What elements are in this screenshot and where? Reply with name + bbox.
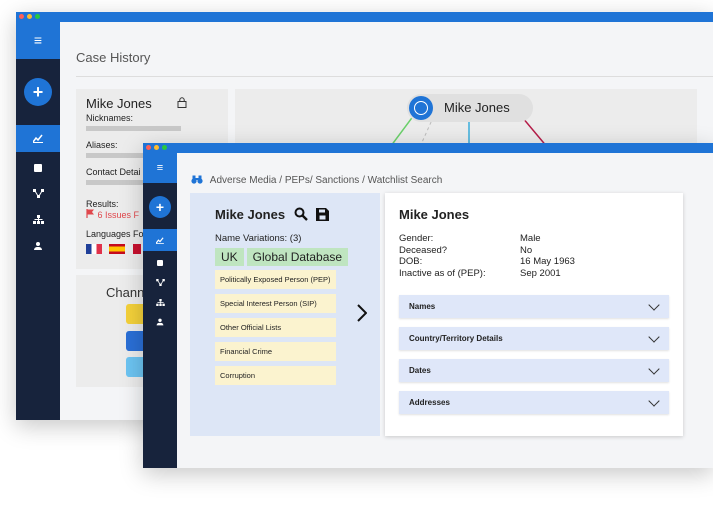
- tag-global-database: Global Database: [246, 248, 349, 266]
- danish-flag-icon: [132, 244, 141, 254]
- person-icon: [156, 318, 164, 326]
- minimize-dot[interactable]: [27, 14, 32, 19]
- copy-icon: [157, 260, 163, 266]
- category-pep[interactable]: Politically Exposed Person (PEP): [215, 270, 336, 289]
- maximize-dot[interactable]: [35, 14, 40, 19]
- sidebar-item-chart[interactable]: [143, 229, 177, 251]
- spanish-flag-icon: [109, 244, 126, 254]
- sidebar-item-hierarchy[interactable]: [16, 211, 60, 231]
- hierarchy-icon: [32, 215, 44, 224]
- hierarchy-icon: [155, 299, 165, 306]
- nicknames-bar: [86, 126, 181, 131]
- close-dot[interactable]: [19, 14, 24, 19]
- category-list: Politically Exposed Person (PEP) Special…: [215, 270, 336, 390]
- chart-icon: [32, 134, 43, 143]
- french-flag-icon: [86, 244, 102, 254]
- person-icon: [34, 242, 42, 250]
- category-other-official[interactable]: Other Official Lists: [215, 318, 336, 337]
- detail-panel: Mike Jones Gender: Male Deceased? No DOB: 1…: [385, 193, 683, 436]
- search-icon[interactable]: [294, 207, 308, 221]
- chevron-down-icon: [648, 363, 660, 375]
- nicknames-label: Nicknames:: [86, 113, 134, 123]
- graph-node[interactable]: Mike Jones: [407, 94, 533, 122]
- network-icon: [32, 189, 44, 198]
- detail-title: Mike Jones: [399, 207, 470, 222]
- category-sip[interactable]: Special Interest Person (SIP): [215, 294, 336, 313]
- accordion-names[interactable]: Names: [399, 295, 669, 318]
- accordion-country-details[interactable]: Country/Territory Details: [399, 327, 669, 350]
- name-variations: Name Variations: (3): [215, 233, 302, 244]
- title-bar: [143, 143, 713, 153]
- sidebar: ≡ +: [16, 22, 60, 420]
- sidebar-item-network[interactable]: [16, 185, 60, 205]
- detail-rows: Gender: Male Deceased? No DOB: 16 May 1963 …: [399, 233, 575, 279]
- graph-node-label: Mike Jones: [444, 100, 510, 115]
- title-divider: [76, 76, 713, 77]
- plus-icon[interactable]: +: [24, 78, 52, 106]
- save-icon[interactable]: [316, 208, 330, 221]
- detail-row: Gender: Male: [399, 233, 541, 244]
- chevron-down-icon: [648, 395, 660, 407]
- tag-uk: UK: [215, 248, 244, 266]
- detail-row: DOB: 16 May 1963: [399, 256, 575, 267]
- chevron-down-icon: [648, 331, 660, 343]
- profile-name: Mike Jones: [86, 96, 152, 111]
- sidebar-item-copy[interactable]: [16, 159, 60, 179]
- accordion-list: Names Country/Territory Details Dates Ad…: [399, 295, 669, 423]
- chevron-right-icon[interactable]: [357, 304, 367, 322]
- sidebar-item-network[interactable]: [143, 275, 177, 291]
- accordion-addresses[interactable]: Addresses: [399, 391, 669, 414]
- result-card[interactable]: Mike Jones Name Variations: (3) UK Global…: [190, 193, 380, 436]
- chart-icon: [155, 237, 164, 244]
- sidebar-item-person[interactable]: [143, 315, 177, 331]
- page-title: Case History: [76, 50, 151, 65]
- sidebar: ≡ +: [143, 153, 177, 468]
- title-bar: [16, 12, 713, 22]
- chevron-down-icon: [648, 299, 660, 311]
- sidebar-item-chart[interactable]: [16, 125, 60, 152]
- watchlist-search-window: ≡ + Adverse Media / PEPs/ Sanctions / Wa…: [143, 143, 713, 468]
- menu-icon[interactable]: ≡: [143, 153, 177, 183]
- card-name: Mike Jones: [215, 207, 286, 222]
- sidebar-item-hierarchy[interactable]: [143, 295, 177, 311]
- plus-icon[interactable]: +: [149, 196, 171, 218]
- network-icon: [155, 279, 165, 286]
- minimize-dot[interactable]: [154, 145, 159, 150]
- breadcrumb-text: Adverse Media / PEPs/ Sanctions / Watchl…: [209, 175, 443, 186]
- accordion-dates[interactable]: Dates: [399, 359, 669, 382]
- detail-row: Inactive as of (PEP): Sep 2001: [399, 267, 561, 279]
- detail-row: Deceased? No: [399, 244, 533, 256]
- binoculars-icon: [191, 175, 203, 184]
- card-header: Mike Jones: [215, 207, 330, 222]
- tag-row: UK Global Database: [215, 248, 351, 266]
- copy-icon: [34, 164, 42, 172]
- menu-icon[interactable]: ≡: [16, 22, 60, 59]
- channels-label: Chann: [106, 285, 145, 300]
- sidebar-item-person[interactable]: [16, 237, 60, 257]
- category-corruption[interactable]: Corruption: [215, 366, 336, 385]
- node-avatar-icon: [409, 96, 433, 120]
- maximize-dot[interactable]: [162, 145, 167, 150]
- breadcrumb: Adverse Media / PEPs/ Sanctions / Watchl…: [191, 175, 442, 186]
- category-financial-crime[interactable]: Financial Crime: [215, 342, 336, 361]
- sidebar-item-copy[interactable]: [143, 255, 177, 271]
- close-dot[interactable]: [146, 145, 151, 150]
- flag-icon: [86, 209, 94, 218]
- lock-icon: [177, 97, 187, 108]
